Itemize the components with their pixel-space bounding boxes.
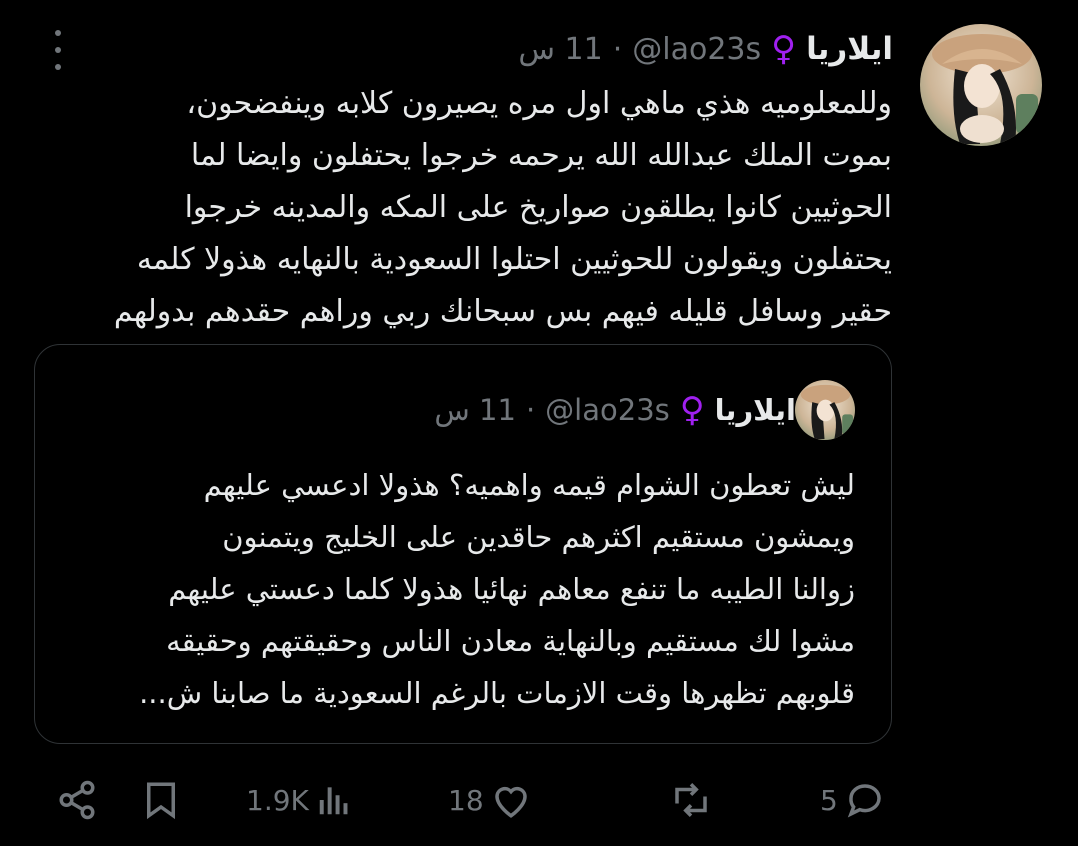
quoted-author-avatar xyxy=(795,380,855,440)
bookmark-button[interactable] xyxy=(140,770,182,830)
quoted-tweet-header: ايلاريا ♀ @lao23s · 11 س xyxy=(434,390,796,430)
quoted-tweet-time: 11 س xyxy=(434,393,516,427)
bookmark-icon xyxy=(147,782,175,820)
views-count: 1.9K xyxy=(246,783,309,817)
views-chart-icon xyxy=(319,787,348,815)
tweet-text: وللمعلوميه هذي ماهي اول مره يصيرون كلابه… xyxy=(40,78,892,338)
tweet-header: ايلاريا ♀ @lao23s · 11 س xyxy=(518,26,893,72)
tweet[interactable]: ايلاريا ♀ @lao23s · 11 س وللمعلوميه هذي … xyxy=(0,0,1078,846)
share-button[interactable] xyxy=(56,770,98,830)
more-options-icon[interactable] xyxy=(50,30,66,70)
author-avatar[interactable] xyxy=(920,24,1042,146)
separator-dot: · xyxy=(525,393,536,427)
tweet-text-line: وللمعلوميه هذي ماهي اول مره يصيرون كلابه… xyxy=(186,86,892,121)
reply-button[interactable]: 5 xyxy=(820,770,886,830)
quoted-text-line: ويمشون مستقيم اكثرهم حاقدين على الخليج و… xyxy=(222,520,855,554)
author-handle[interactable]: @lao23s xyxy=(632,32,761,67)
quoted-text-line: مشوا لك مستقيم وبالنهاية معادن الناس وحق… xyxy=(166,624,855,658)
views-button[interactable]: 1.9K xyxy=(246,770,353,830)
tweet-time[interactable]: 11 س xyxy=(518,32,602,67)
quoted-text-line: زوالنا الطيبه ما تنفع معاهم نهائيا هذولا… xyxy=(168,572,855,606)
separator-dot: · xyxy=(612,31,623,67)
tweet-text-line: يحتفلون ويقولون للحوثيين احتلوا السعودية… xyxy=(136,242,892,277)
author-name[interactable]: ايلاريا xyxy=(806,31,893,67)
tweet-text-line: حقير وسافل قليله فيهم بس سبحانك ربي وراه… xyxy=(113,294,892,329)
tweet-text-line: الحوثيين كانوا يطلقون صواريخ على المكه و… xyxy=(184,190,892,225)
tweet-text-line: بموت الملك عبدالله الله يرحمه خرجوا يحتف… xyxy=(190,138,892,173)
quoted-text-line: ليش تعطون الشوام قيمه واهميه؟ هذولا ادعس… xyxy=(203,468,855,502)
quoted-author-name: ايلاريا xyxy=(714,393,796,427)
replies-count: 5 xyxy=(820,783,838,817)
heart-icon xyxy=(494,786,527,818)
likes-count: 18 xyxy=(448,783,484,817)
retweet-button[interactable] xyxy=(668,770,720,830)
quoted-tweet-text: ليش تعطون الشوام قيمه واهميه؟ هذولا ادعس… xyxy=(65,459,855,719)
quoted-author-handle: @lao23s xyxy=(545,393,670,427)
quoted-text-line: قلوبهم تظهرها وقت الازمات بالرغم السعودي… xyxy=(139,676,855,710)
female-symbol-icon: ♀ xyxy=(679,390,705,430)
reply-bubble-icon xyxy=(847,784,881,818)
share-icon xyxy=(59,780,95,820)
retweet-icon xyxy=(675,783,707,817)
like-button[interactable]: 18 xyxy=(448,770,532,830)
female-symbol-icon: ♀ xyxy=(771,29,797,69)
quoted-tweet-card[interactable]: ايلاريا ♀ @lao23s · 11 س ليش تعطون الشوا… xyxy=(34,344,892,744)
tweet-action-bar: 1.9K 18 5 xyxy=(48,770,898,830)
